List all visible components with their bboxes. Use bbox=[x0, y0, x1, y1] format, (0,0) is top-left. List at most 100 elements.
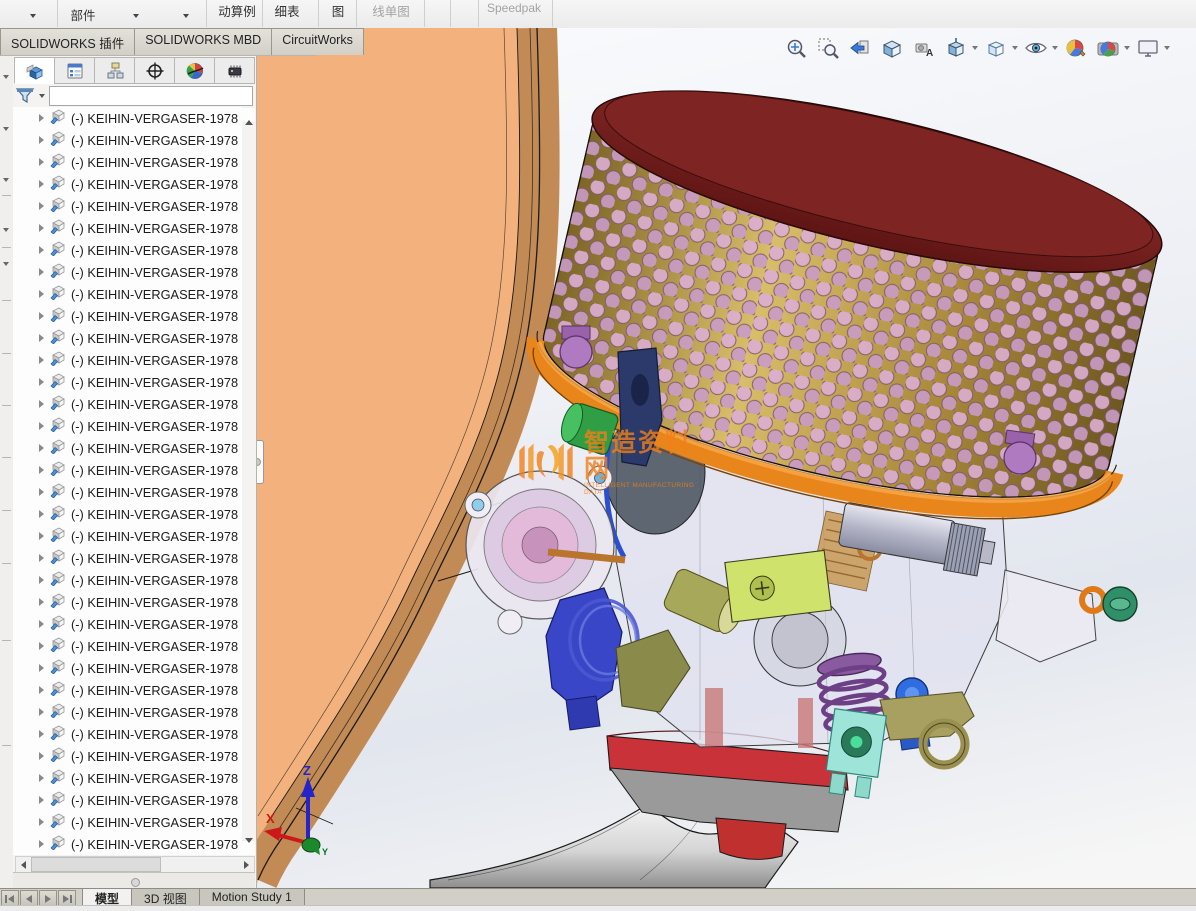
expand-arrow-icon[interactable] bbox=[39, 422, 44, 430]
tab-model[interactable]: 模型 bbox=[82, 889, 132, 906]
ribbon-button-view[interactable]: 图 bbox=[326, 1, 350, 20]
tree-item[interactable]: (-) KEIHIN-VERGASER-1978 bbox=[13, 349, 242, 371]
expand-arrow-icon[interactable] bbox=[39, 312, 44, 320]
tab-dimxpertmanager[interactable] bbox=[134, 57, 175, 84]
expand-arrow-icon[interactable] bbox=[39, 664, 44, 672]
view-settings-icon[interactable] bbox=[1135, 35, 1161, 61]
hscroll-thumb[interactable] bbox=[31, 857, 161, 872]
tree-item[interactable]: (-) KEIHIN-VERGASER-1978 bbox=[13, 239, 242, 261]
expand-arrow-icon[interactable] bbox=[39, 136, 44, 144]
tree-item[interactable]: (-) KEIHIN-VERGASER-1978 bbox=[13, 217, 242, 239]
zoom-to-fit-icon[interactable] bbox=[783, 35, 809, 61]
tree-item[interactable]: (-) KEIHIN-VERGASER-1978 bbox=[13, 173, 242, 195]
expand-arrow-icon[interactable] bbox=[39, 466, 44, 474]
tree-item[interactable]: (-) KEIHIN-VERGASER-1978 bbox=[13, 591, 242, 613]
tab-configurationmanager[interactable] bbox=[94, 57, 135, 84]
panel-bottom-splitter[interactable] bbox=[13, 872, 255, 889]
expand-arrow-icon[interactable] bbox=[39, 598, 44, 606]
expand-arrow-icon[interactable] bbox=[39, 642, 44, 650]
tab-addins-chip[interactable] bbox=[214, 57, 255, 84]
ribbon-dropdown-caret[interactable] bbox=[30, 14, 36, 18]
expand-arrow-icon[interactable] bbox=[39, 400, 44, 408]
tree-item[interactable]: (-) KEIHIN-VERGASER-1978 bbox=[13, 195, 242, 217]
tree-scroll-up-arrow[interactable] bbox=[242, 108, 255, 122]
tree-item[interactable]: (-) KEIHIN-VERGASER-1978 bbox=[13, 107, 242, 129]
tree-item[interactable]: (-) KEIHIN-VERGASER-1978 bbox=[13, 745, 242, 767]
tree-item[interactable]: (-) KEIHIN-VERGASER-1978 bbox=[13, 723, 242, 745]
filter-funnel-icon[interactable] bbox=[15, 87, 37, 105]
expand-arrow-icon[interactable] bbox=[39, 730, 44, 738]
tree-item[interactable]: (-) KEIHIN-VERGASER-1978 bbox=[13, 503, 242, 525]
expand-arrow-icon[interactable] bbox=[39, 554, 44, 562]
ribbon-dropdown-caret[interactable] bbox=[133, 14, 139, 18]
expand-arrow-icon[interactable] bbox=[39, 378, 44, 386]
expand-arrow-icon[interactable] bbox=[39, 488, 44, 496]
tree-item[interactable]: (-) KEIHIN-VERGASER-1978 bbox=[13, 261, 242, 283]
expand-arrow-icon[interactable] bbox=[39, 708, 44, 716]
section-view-icon[interactable] bbox=[879, 35, 905, 61]
expand-arrow-icon[interactable] bbox=[39, 202, 44, 210]
display-style-icon[interactable] bbox=[983, 35, 1009, 61]
tree-item[interactable]: (-) KEIHIN-VERGASER-1978 bbox=[13, 569, 242, 591]
graphics-viewport[interactable]: A bbox=[256, 28, 1196, 888]
expand-arrow-icon[interactable] bbox=[39, 290, 44, 298]
expand-arrow-icon[interactable] bbox=[39, 268, 44, 276]
tree-item[interactable]: (-) KEIHIN-VERGASER-1978 bbox=[13, 305, 242, 327]
tree-item[interactable]: (-) KEIHIN-VERGASER-1978 bbox=[13, 811, 242, 833]
tree-item[interactable]: (-) KEIHIN-VERGASER-1978 bbox=[13, 481, 242, 503]
previous-view-icon[interactable] bbox=[847, 35, 873, 61]
tree-item[interactable]: (-) KEIHIN-VERGASER-1978 bbox=[13, 371, 242, 393]
expand-arrow-icon[interactable] bbox=[39, 796, 44, 804]
expand-arrow-icon[interactable] bbox=[39, 246, 44, 254]
expand-arrow-icon[interactable] bbox=[39, 818, 44, 826]
expand-arrow-icon[interactable] bbox=[39, 576, 44, 584]
expand-arrow-icon[interactable] bbox=[39, 356, 44, 364]
tree-item[interactable]: (-) KEIHIN-VERGASER-1978 bbox=[13, 327, 242, 349]
tree-item[interactable]: (-) KEIHIN-VERGASER-1978 bbox=[13, 459, 242, 481]
apply-scene-caret[interactable] bbox=[1124, 46, 1130, 50]
expand-arrow-icon[interactable] bbox=[39, 158, 44, 166]
tree-item[interactable]: (-) KEIHIN-VERGASER-1978 bbox=[13, 833, 242, 855]
expand-arrow-icon[interactable] bbox=[39, 840, 44, 848]
ribbon-button-insert-components[interactable]: 部件 bbox=[58, 5, 108, 24]
tab-solidworks-addins[interactable]: SOLIDWORKS 插件 bbox=[0, 28, 135, 55]
expand-arrow-icon[interactable] bbox=[39, 752, 44, 760]
tree-item[interactable]: (-) KEIHIN-VERGASER-1978 bbox=[13, 129, 242, 151]
expand-arrow-icon[interactable] bbox=[39, 686, 44, 694]
expand-arrow-icon[interactable] bbox=[39, 180, 44, 188]
expand-arrow-icon[interactable] bbox=[39, 532, 44, 540]
tree-filter-input[interactable] bbox=[49, 86, 253, 106]
tree-scroll-down-arrow[interactable] bbox=[242, 841, 255, 855]
ribbon-button-bom[interactable]: 细表 bbox=[266, 1, 308, 20]
expand-arrow-icon[interactable] bbox=[39, 620, 44, 628]
ribbon-button-motion-study[interactable]: 动算例 bbox=[210, 1, 264, 20]
tree-item[interactable]: (-) KEIHIN-VERGASER-1978 bbox=[13, 657, 242, 679]
tab-solidworks-mbd[interactable]: SOLIDWORKS MBD bbox=[134, 28, 272, 55]
hscroll-right-arrow[interactable] bbox=[239, 858, 254, 871]
view-orientation-caret[interactable] bbox=[972, 46, 978, 50]
hide-show-items-caret[interactable] bbox=[1052, 46, 1058, 50]
expand-arrow-icon[interactable] bbox=[39, 444, 44, 452]
ribbon-dropdown-caret[interactable] bbox=[183, 14, 189, 18]
tree-item[interactable]: (-) KEIHIN-VERGASER-1978 bbox=[13, 151, 242, 173]
view-orientation-icon[interactable] bbox=[943, 35, 969, 61]
hide-show-items-icon[interactable] bbox=[1023, 35, 1049, 61]
view-settings-caret[interactable] bbox=[1164, 46, 1170, 50]
expand-arrow-icon[interactable] bbox=[39, 774, 44, 782]
tree-item[interactable]: (-) KEIHIN-VERGASER-1978 bbox=[13, 613, 242, 635]
tree-item[interactable]: (-) KEIHIN-VERGASER-1978 bbox=[13, 393, 242, 415]
expand-arrow-icon[interactable] bbox=[39, 334, 44, 342]
tree-item[interactable]: (-) KEIHIN-VERGASER-1978 bbox=[13, 437, 242, 459]
tab-propertymanager[interactable] bbox=[54, 57, 95, 84]
apply-scene-icon[interactable] bbox=[1095, 35, 1121, 61]
tree-item[interactable]: (-) KEIHIN-VERGASER-1978 bbox=[13, 635, 242, 657]
annotation-view-icon[interactable]: A bbox=[911, 35, 937, 61]
tab-motion-study-1[interactable]: Motion Study 1 bbox=[199, 889, 305, 906]
tree-item[interactable]: (-) KEIHIN-VERGASER-1978 bbox=[13, 283, 242, 305]
tree-item[interactable]: (-) KEIHIN-VERGASER-1978 bbox=[13, 767, 242, 789]
expand-arrow-icon[interactable] bbox=[39, 224, 44, 232]
tab-displaymanager[interactable] bbox=[174, 57, 215, 84]
filter-dropdown-caret[interactable] bbox=[39, 94, 45, 98]
expand-arrow-icon[interactable] bbox=[39, 510, 44, 518]
tree-item[interactable]: (-) KEIHIN-VERGASER-1978 bbox=[13, 547, 242, 569]
